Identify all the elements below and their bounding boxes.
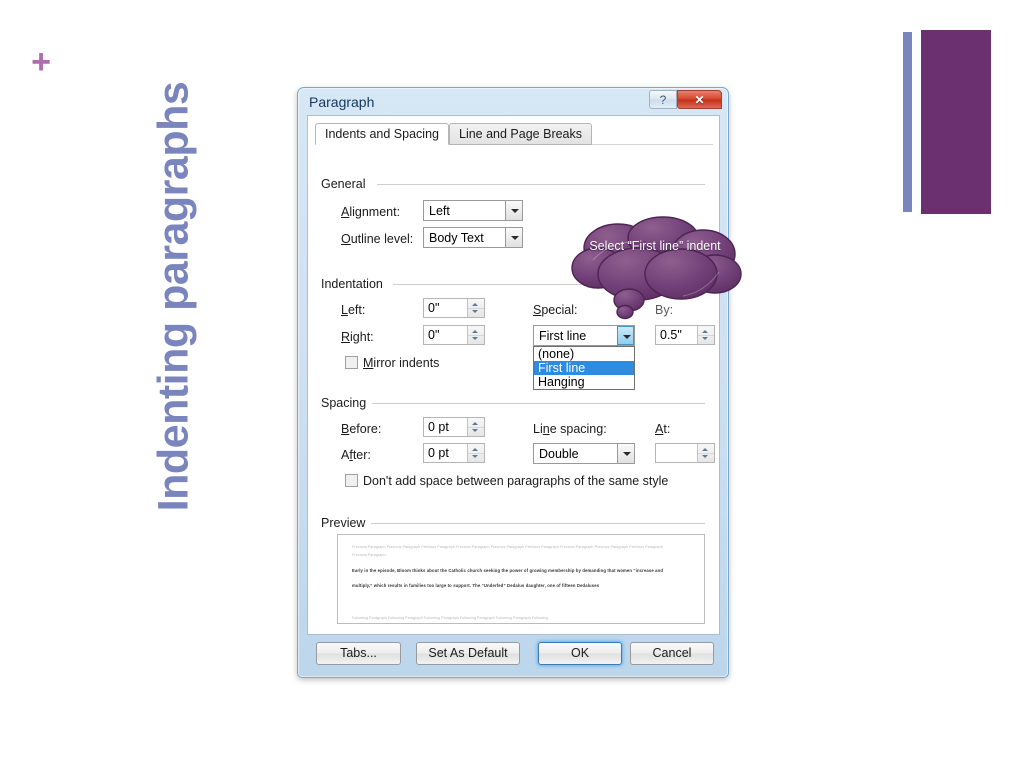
special-label: Special: <box>533 303 578 317</box>
spacing-after-stepper[interactable] <box>467 444 484 462</box>
stepper-divider <box>698 335 714 336</box>
help-icon[interactable]: ? <box>649 90 677 109</box>
slide-canvas: + Indenting paragraphs Paragraph ? ✕ Ind… <box>0 0 1024 768</box>
dont-add-space-label: Don't add space between paragraphs of th… <box>363 474 669 488</box>
spacing-before-label: Before: <box>341 422 382 436</box>
mirror-indents-checkbox[interactable] <box>345 356 358 369</box>
at-stepper[interactable] <box>697 444 714 462</box>
tabs-button[interactable]: Tabs... <box>316 642 401 665</box>
chevron-down-icon[interactable] <box>617 444 634 463</box>
decorative-wide-bar <box>921 30 991 214</box>
dropdown-option-first-line[interactable]: First line <box>534 361 634 375</box>
line-spacing-label: Line spacing: <box>533 422 607 436</box>
spacing-after-label: After: <box>341 448 371 462</box>
indentation-group-label: Indentation <box>321 277 383 291</box>
indent-right-field[interactable]: 0" <box>423 325 485 345</box>
decorative-thin-bar <box>903 32 912 212</box>
dialog-body: Indents and Spacing Line and Page Breaks… <box>307 115 720 635</box>
stepper-down-icon[interactable] <box>472 337 478 340</box>
outline-level-value: Body Text <box>429 231 484 245</box>
preview-group-rule <box>371 523 705 524</box>
general-group-label: General <box>321 177 366 191</box>
dialog-titlebar[interactable]: Paragraph ? ✕ <box>298 88 728 116</box>
mirror-indents-label: Mirror indents <box>363 356 440 370</box>
indent-right-label: Right: <box>341 330 374 344</box>
stepper-divider <box>468 308 484 309</box>
stepper-down-icon[interactable] <box>472 310 478 313</box>
stepper-up-icon[interactable] <box>472 330 478 333</box>
alignment-label: Alignment: <box>341 205 401 219</box>
indent-left-stepper[interactable] <box>467 299 484 317</box>
indent-left-value: 0" <box>428 301 440 315</box>
tab-indents-and-spacing-label: Indents and Spacing <box>325 127 439 141</box>
by-value: 0.5" <box>660 328 682 342</box>
chevron-down-icon[interactable] <box>505 201 522 220</box>
preview-following-text: Following Paragraph Following Paragraph … <box>352 616 548 620</box>
indent-left-field[interactable]: 0" <box>423 298 485 318</box>
general-group-rule <box>377 184 705 185</box>
preview-previous-text: Previous Paragraph Previous Paragraph Pr… <box>352 545 663 557</box>
by-stepper[interactable] <box>697 326 714 344</box>
special-combo[interactable]: First line <box>533 325 635 346</box>
stepper-up-icon[interactable] <box>702 448 708 451</box>
stepper-divider <box>468 427 484 428</box>
outline-level-combo[interactable]: Body Text <box>423 227 523 248</box>
stepper-down-icon[interactable] <box>472 429 478 432</box>
stepper-up-icon[interactable] <box>472 303 478 306</box>
indent-right-stepper[interactable] <box>467 326 484 344</box>
special-dropdown-list[interactable]: (none) First line Hanging <box>533 346 635 390</box>
indents-and-spacing-panel: General Alignment: Left Outline level: B… <box>315 145 715 626</box>
line-spacing-value: Double <box>539 447 579 461</box>
close-icon[interactable]: ✕ <box>677 90 722 109</box>
at-label: At: <box>655 422 671 436</box>
alignment-value: Left <box>429 204 450 218</box>
set-as-default-button[interactable]: Set As Default <box>416 642 520 665</box>
stepper-up-icon[interactable] <box>702 330 708 333</box>
tab-line-and-page-breaks-label: Line and Page Breaks <box>459 127 583 141</box>
stepper-down-icon[interactable] <box>702 455 708 458</box>
dont-add-space-checkbox[interactable] <box>345 474 358 487</box>
plus-icon: + <box>31 43 51 81</box>
preview-group-label: Preview <box>321 516 366 530</box>
by-field[interactable]: 0.5" <box>655 325 715 345</box>
stepper-down-icon[interactable] <box>472 455 478 458</box>
spacing-before-stepper[interactable] <box>467 418 484 436</box>
chevron-down-icon[interactable] <box>617 326 634 345</box>
indentation-group-rule <box>393 284 705 285</box>
stepper-down-icon[interactable] <box>702 337 708 340</box>
stepper-up-icon[interactable] <box>472 422 478 425</box>
spacing-after-value: 0 pt <box>428 446 449 460</box>
at-field[interactable] <box>655 443 715 463</box>
cancel-button[interactable]: Cancel <box>630 642 714 665</box>
spacing-group-rule <box>372 403 705 404</box>
dropdown-option-hanging[interactable]: Hanging <box>534 375 634 389</box>
stepper-divider <box>698 453 714 454</box>
paragraph-dialog: Paragraph ? ✕ Indents and Spacing Line a… <box>297 87 729 678</box>
special-value: First line <box>539 329 587 343</box>
by-label: By: <box>655 303 674 317</box>
preview-body-text: Early in the episode, Bloom thinks about… <box>352 568 664 588</box>
tab-line-and-page-breaks[interactable]: Line and Page Breaks <box>449 123 593 145</box>
dropdown-option-none[interactable]: (none) <box>534 347 634 361</box>
spacing-before-value: 0 pt <box>428 420 449 434</box>
dialog-title: Paragraph <box>309 94 375 110</box>
stepper-divider <box>468 453 484 454</box>
ok-button[interactable]: OK <box>538 642 622 665</box>
page-title: Indenting paragraphs <box>149 81 198 512</box>
spacing-group-label: Spacing <box>321 396 367 410</box>
stepper-divider <box>468 335 484 336</box>
tabstrip: Indents and Spacing Line and Page Breaks <box>315 123 713 145</box>
line-spacing-combo[interactable]: Double <box>533 443 635 464</box>
indent-right-value: 0" <box>428 328 440 342</box>
chevron-down-icon[interactable] <box>505 228 522 247</box>
indent-left-label: Left: <box>341 303 366 317</box>
spacing-before-field[interactable]: 0 pt <box>423 417 485 437</box>
outline-level-label: Outline level: <box>341 232 414 246</box>
stepper-up-icon[interactable] <box>472 448 478 451</box>
spacing-after-field[interactable]: 0 pt <box>423 443 485 463</box>
alignment-combo[interactable]: Left <box>423 200 523 221</box>
preview-box: Previous Paragraph Previous Paragraph Pr… <box>337 534 705 624</box>
tab-indents-and-spacing[interactable]: Indents and Spacing <box>315 123 449 145</box>
